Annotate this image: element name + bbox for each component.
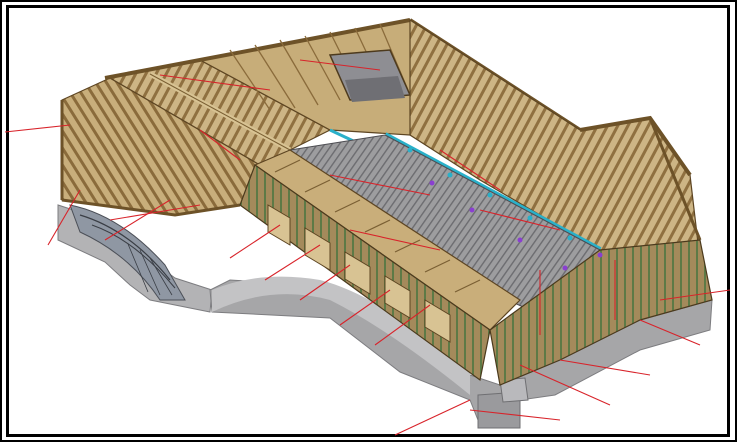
timber-roof-model [4,18,731,436]
figure-frame [0,0,737,442]
